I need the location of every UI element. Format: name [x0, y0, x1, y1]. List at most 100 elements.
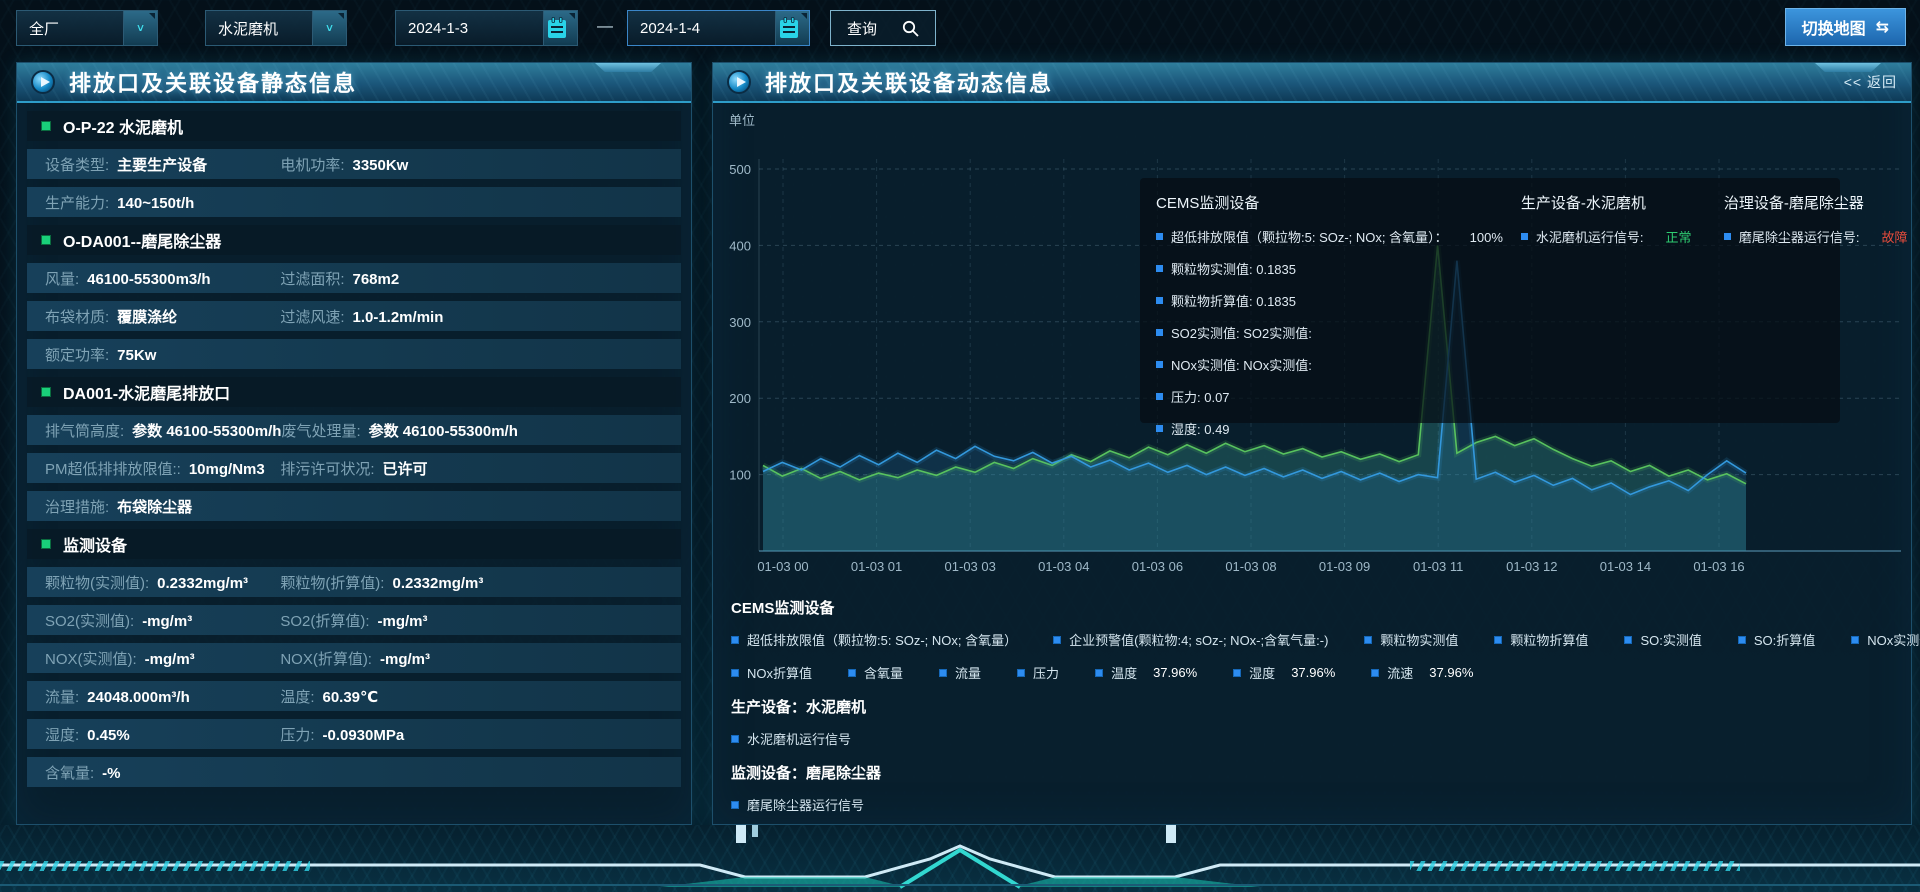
tooltip-item: 压力: 0.07	[1156, 387, 1503, 406]
legend-marker-icon	[1724, 233, 1731, 240]
legend-item-label: 磨尾除尘器运行信号	[747, 795, 864, 814]
legend-item[interactable]: 超低排放限值（颗拉物:5: SOz-; NOx; 含氧量）	[731, 630, 1017, 649]
calendar-icon[interactable]	[775, 11, 809, 45]
info-value: 140~150t/h	[117, 195, 194, 212]
legend-item[interactable]: NOx实测值	[1851, 630, 1920, 649]
legend-marker-icon	[1017, 669, 1025, 677]
legend-row: 超低排放限值（颗拉物:5: SOz-; NOx; 含氧量） 企业预警值(颗粒物:4…	[731, 630, 1911, 649]
tooltip-column-title: CEMS监测设备	[1156, 192, 1503, 213]
legend-item[interactable]: 湿度 37.96%	[1233, 663, 1335, 682]
legend-marker-icon	[1494, 636, 1502, 644]
legend-marker-icon	[1156, 425, 1163, 432]
info-cell: 排污许可状况: 已许可	[280, 458, 427, 479]
info-label: 生产能力:	[45, 192, 109, 213]
static-info-panel: 排放口及关联设备静态信息 O-P-22 水泥磨机设备类型:主要生产设备电机功率:…	[16, 62, 692, 825]
date-end-input[interactable]: 2024-1-4	[627, 10, 810, 46]
query-button[interactable]: 查询	[830, 10, 936, 46]
info-cell: 颗粒物(实测值):0.2332mg/m³	[45, 572, 280, 593]
info-row: 湿度: 0.45% 压力:-0.0930MPa	[27, 719, 681, 749]
switch-map-button[interactable]: 切换地图 ⇆	[1785, 8, 1906, 46]
play-icon	[31, 70, 55, 94]
info-cell: 治理措施:布袋除尘器	[45, 496, 280, 517]
legend-item[interactable]: 颗粒物实测值	[1364, 630, 1458, 649]
legend-item[interactable]: 压力	[1017, 663, 1059, 682]
legend-marker-icon	[1521, 233, 1528, 240]
tooltip-item-label: 颗粒物折算值: 0.1835	[1171, 291, 1296, 310]
info-label: 排气筒高度:	[45, 420, 124, 441]
legend-production-rows: 水泥磨机运行信号	[731, 729, 1911, 748]
info-value: 已许可	[382, 458, 427, 479]
info-label: PM超低排排放限值::	[45, 458, 181, 479]
legend-item[interactable]: 企业预警值(颗粒物:4; sOz-; NOx-;含氧气量:-)	[1053, 630, 1328, 649]
legend-marker-icon	[1156, 393, 1163, 400]
panel-notch-decoration	[1815, 63, 1881, 72]
back-button[interactable]: << 返回	[1844, 72, 1897, 92]
legend-item[interactable]: 含氧量	[848, 663, 903, 682]
tooltip-column: 生产设备-水泥磨机水泥磨机运行信号:正常	[1521, 192, 1706, 409]
legend-item-label: 湿度	[1249, 663, 1275, 682]
info-row: 颗粒物(实测值):0.2332mg/m³颗粒物(折算值):0.2332mg/m³	[27, 567, 681, 597]
date-start-value: 2024-1-3	[396, 20, 543, 37]
legend-item-value: 37.96%	[1291, 665, 1335, 680]
legend-item[interactable]: SO:实测值	[1624, 630, 1701, 649]
legend-item[interactable]: SO:折算值	[1738, 630, 1815, 649]
info-row: 风量:46100-55300m3/h过滤面积:768m2	[27, 263, 681, 293]
info-cell: 布袋材质:覆膜涤纶	[45, 306, 280, 327]
date-start-input[interactable]: 2024-1-3	[395, 10, 578, 46]
tooltip-column-title: 治理设备-磨尾除尘器	[1724, 192, 1908, 213]
legend-marker-icon	[731, 801, 739, 809]
legend-item[interactable]: 流量	[939, 663, 981, 682]
legend-row: NOx折算值 含氧量 流量 压力 温度37.96% 湿度 37.96% 流速37.96%	[731, 663, 1911, 682]
legend-marker-icon	[1095, 669, 1103, 677]
info-row: 治理措施:布袋除尘器	[27, 491, 681, 521]
tooltip-item-label: 颗粒物实测值: 0.1835	[1171, 259, 1296, 278]
green-square-icon	[41, 235, 51, 245]
info-label: 设备类型:	[45, 154, 109, 175]
info-value: 0.45%	[87, 727, 130, 744]
info-label: 排污许可状况:	[280, 458, 374, 479]
svg-text:01-03 03: 01-03 03	[945, 559, 996, 574]
svg-text:01-03 11: 01-03 11	[1413, 559, 1463, 574]
legend-item[interactable]: 水泥磨机运行信号	[731, 729, 851, 748]
section-row: DA001-水泥磨尾排放口	[27, 377, 681, 407]
legend-marker-icon	[731, 669, 739, 677]
tooltip-item-label: 水泥磨机运行信号:	[1536, 227, 1644, 246]
info-cell: 过滤面积:768m2	[280, 268, 399, 289]
footer-tech-lines	[0, 825, 1920, 892]
legend-marker-icon	[1371, 669, 1379, 677]
tooltip-item: 超低排放限值（颗拉物:5: SOz-; NOx; 含氧量）：100%	[1156, 227, 1503, 246]
chevron-down-icon[interactable]: ∨	[123, 11, 157, 45]
calendar-icon[interactable]	[543, 11, 577, 45]
info-label: NOX(折算值):	[280, 648, 372, 669]
legend-item[interactable]: 温度37.96%	[1095, 663, 1197, 682]
svg-text:500: 500	[729, 162, 751, 177]
tooltip-item: 磨尾除尘器运行信号:故障	[1724, 227, 1908, 246]
info-label: 含氧量:	[45, 762, 94, 783]
info-label: 湿度:	[45, 724, 79, 745]
legend-item[interactable]: NOx折算值	[731, 663, 812, 682]
info-cell: 含氧量:-%	[45, 762, 280, 783]
legend-item-value: 37.96%	[1153, 665, 1197, 680]
legend-item[interactable]: 磨尾除尘器运行信号	[731, 795, 864, 814]
static-info-title: 排放口及关联设备静态信息	[69, 66, 357, 98]
tooltip-item-value: 100%	[1470, 230, 1503, 245]
legend-item-label: SO:折算值	[1754, 630, 1815, 649]
info-cell: 压力:-0.0930MPa	[280, 724, 404, 745]
query-button-label: 查询	[847, 18, 877, 39]
svg-text:01-03 12: 01-03 12	[1506, 559, 1557, 574]
tooltip-column: CEMS监测设备超低排放限值（颗拉物:5: SOz-; NOx; 含氧量）：10…	[1156, 192, 1503, 409]
info-row: 流量:24048.000m³/h温度:60.39℃	[27, 681, 681, 711]
legend-item[interactable]: 流速37.96%	[1371, 663, 1473, 682]
info-cell: 设备类型:主要生产设备	[45, 154, 280, 175]
legend-item[interactable]: 颗粒物折算值	[1494, 630, 1588, 649]
legend-section-title-production: 生产设备：水泥磨机	[731, 696, 1911, 717]
chevron-down-icon[interactable]: ∨	[312, 11, 346, 45]
dynamic-info-title: 排放口及关联设备动态信息	[765, 66, 1053, 98]
info-value: -mg/m³	[380, 651, 430, 668]
tooltip-item-label: NOx实测值: NOx实测值:	[1171, 355, 1312, 374]
device-select[interactable]: 水泥磨机 ∨	[205, 10, 347, 46]
tooltip-column: 治理设备-磨尾除尘器磨尾除尘器运行信号:故障	[1724, 192, 1908, 409]
plant-select[interactable]: 全厂 ∨	[16, 10, 158, 46]
green-square-icon	[41, 387, 51, 397]
svg-text:01-03 14: 01-03 14	[1600, 559, 1651, 574]
